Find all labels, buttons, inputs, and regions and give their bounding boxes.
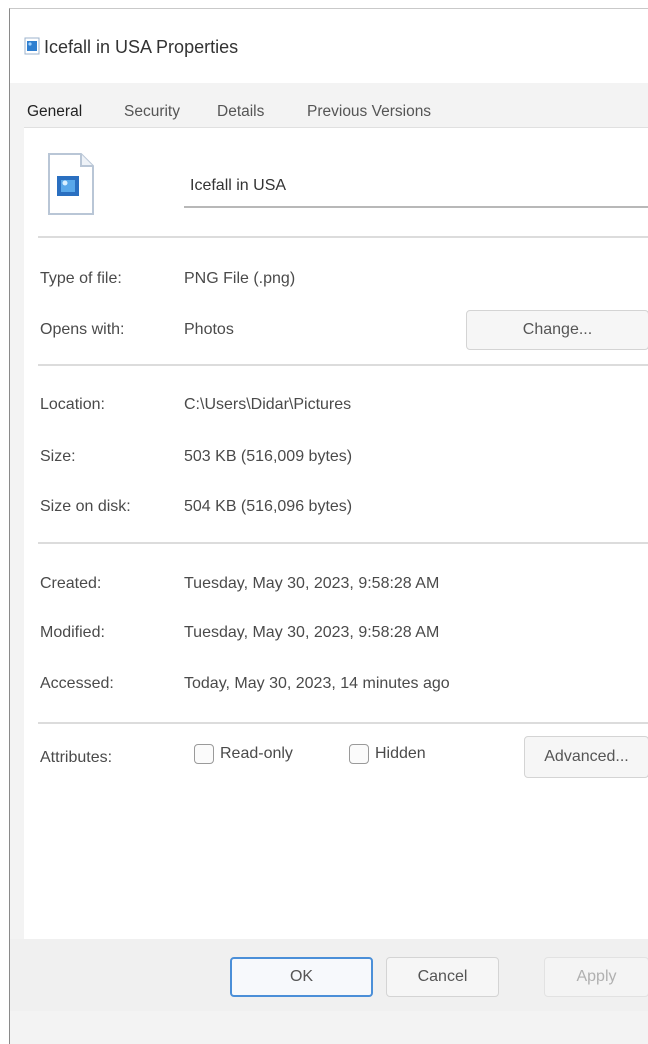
read-only-checkbox-group[interactable]: Read-only bbox=[194, 740, 293, 768]
accessed-label: Accessed: bbox=[40, 675, 114, 692]
created-value: Tuesday, May 30, 2023, 9:58:28 AM bbox=[184, 575, 440, 592]
hidden-label: Hidden bbox=[375, 745, 426, 762]
size-label: Size: bbox=[40, 448, 76, 465]
divider bbox=[38, 364, 648, 366]
tab-previous-versions[interactable]: Previous Versions bbox=[307, 103, 431, 121]
tab-security[interactable]: Security bbox=[124, 103, 180, 121]
modified-value: Tuesday, May 30, 2023, 9:58:28 AM bbox=[184, 624, 440, 641]
advanced-button[interactable]: Advanced... bbox=[524, 736, 648, 778]
divider bbox=[38, 722, 648, 724]
hidden-checkbox[interactable] bbox=[349, 744, 369, 764]
modified-label: Modified: bbox=[40, 624, 105, 641]
image-file-icon bbox=[24, 37, 40, 55]
file-name-input[interactable] bbox=[184, 166, 648, 208]
read-only-checkbox[interactable] bbox=[194, 744, 214, 764]
type-of-file-label: Type of file: bbox=[40, 270, 122, 287]
tab-details[interactable]: Details bbox=[217, 103, 264, 121]
attributes-label: Attributes: bbox=[40, 749, 113, 766]
properties-dialog: Icefall in USA Properties General Securi… bbox=[9, 8, 648, 1044]
general-panel: Type of file: PNG File (.png) Opens with… bbox=[24, 127, 648, 940]
type-of-file-value: PNG File (.png) bbox=[184, 270, 296, 287]
hidden-checkbox-group[interactable]: Hidden bbox=[349, 740, 426, 768]
change-button[interactable]: Change... bbox=[466, 310, 648, 350]
location-label: Location: bbox=[40, 396, 105, 413]
title-bar[interactable]: Icefall in USA Properties bbox=[10, 9, 648, 83]
divider bbox=[38, 236, 648, 238]
size-on-disk-label: Size on disk: bbox=[40, 498, 131, 515]
ok-button[interactable]: OK bbox=[230, 957, 373, 997]
size-on-disk-value: 504 KB (516,096 bytes) bbox=[184, 498, 353, 515]
dialog-footer: OK Cancel Apply bbox=[10, 939, 648, 1011]
window-title: Icefall in USA Properties bbox=[44, 37, 239, 57]
location-value: C:\Users\Didar\Pictures bbox=[184, 396, 352, 413]
cancel-button[interactable]: Cancel bbox=[386, 957, 499, 997]
png-file-icon bbox=[48, 153, 94, 215]
divider bbox=[38, 542, 648, 544]
tab-general[interactable]: General bbox=[27, 103, 82, 121]
apply-button[interactable]: Apply bbox=[544, 957, 648, 997]
opens-with-value: Photos bbox=[184, 321, 234, 338]
accessed-value: Today, May 30, 2023, 14 minutes ago bbox=[184, 675, 450, 692]
size-value: 503 KB (516,009 bytes) bbox=[184, 448, 353, 465]
read-only-label: Read-only bbox=[220, 745, 293, 762]
created-label: Created: bbox=[40, 575, 102, 592]
opens-with-label: Opens with: bbox=[40, 321, 125, 338]
